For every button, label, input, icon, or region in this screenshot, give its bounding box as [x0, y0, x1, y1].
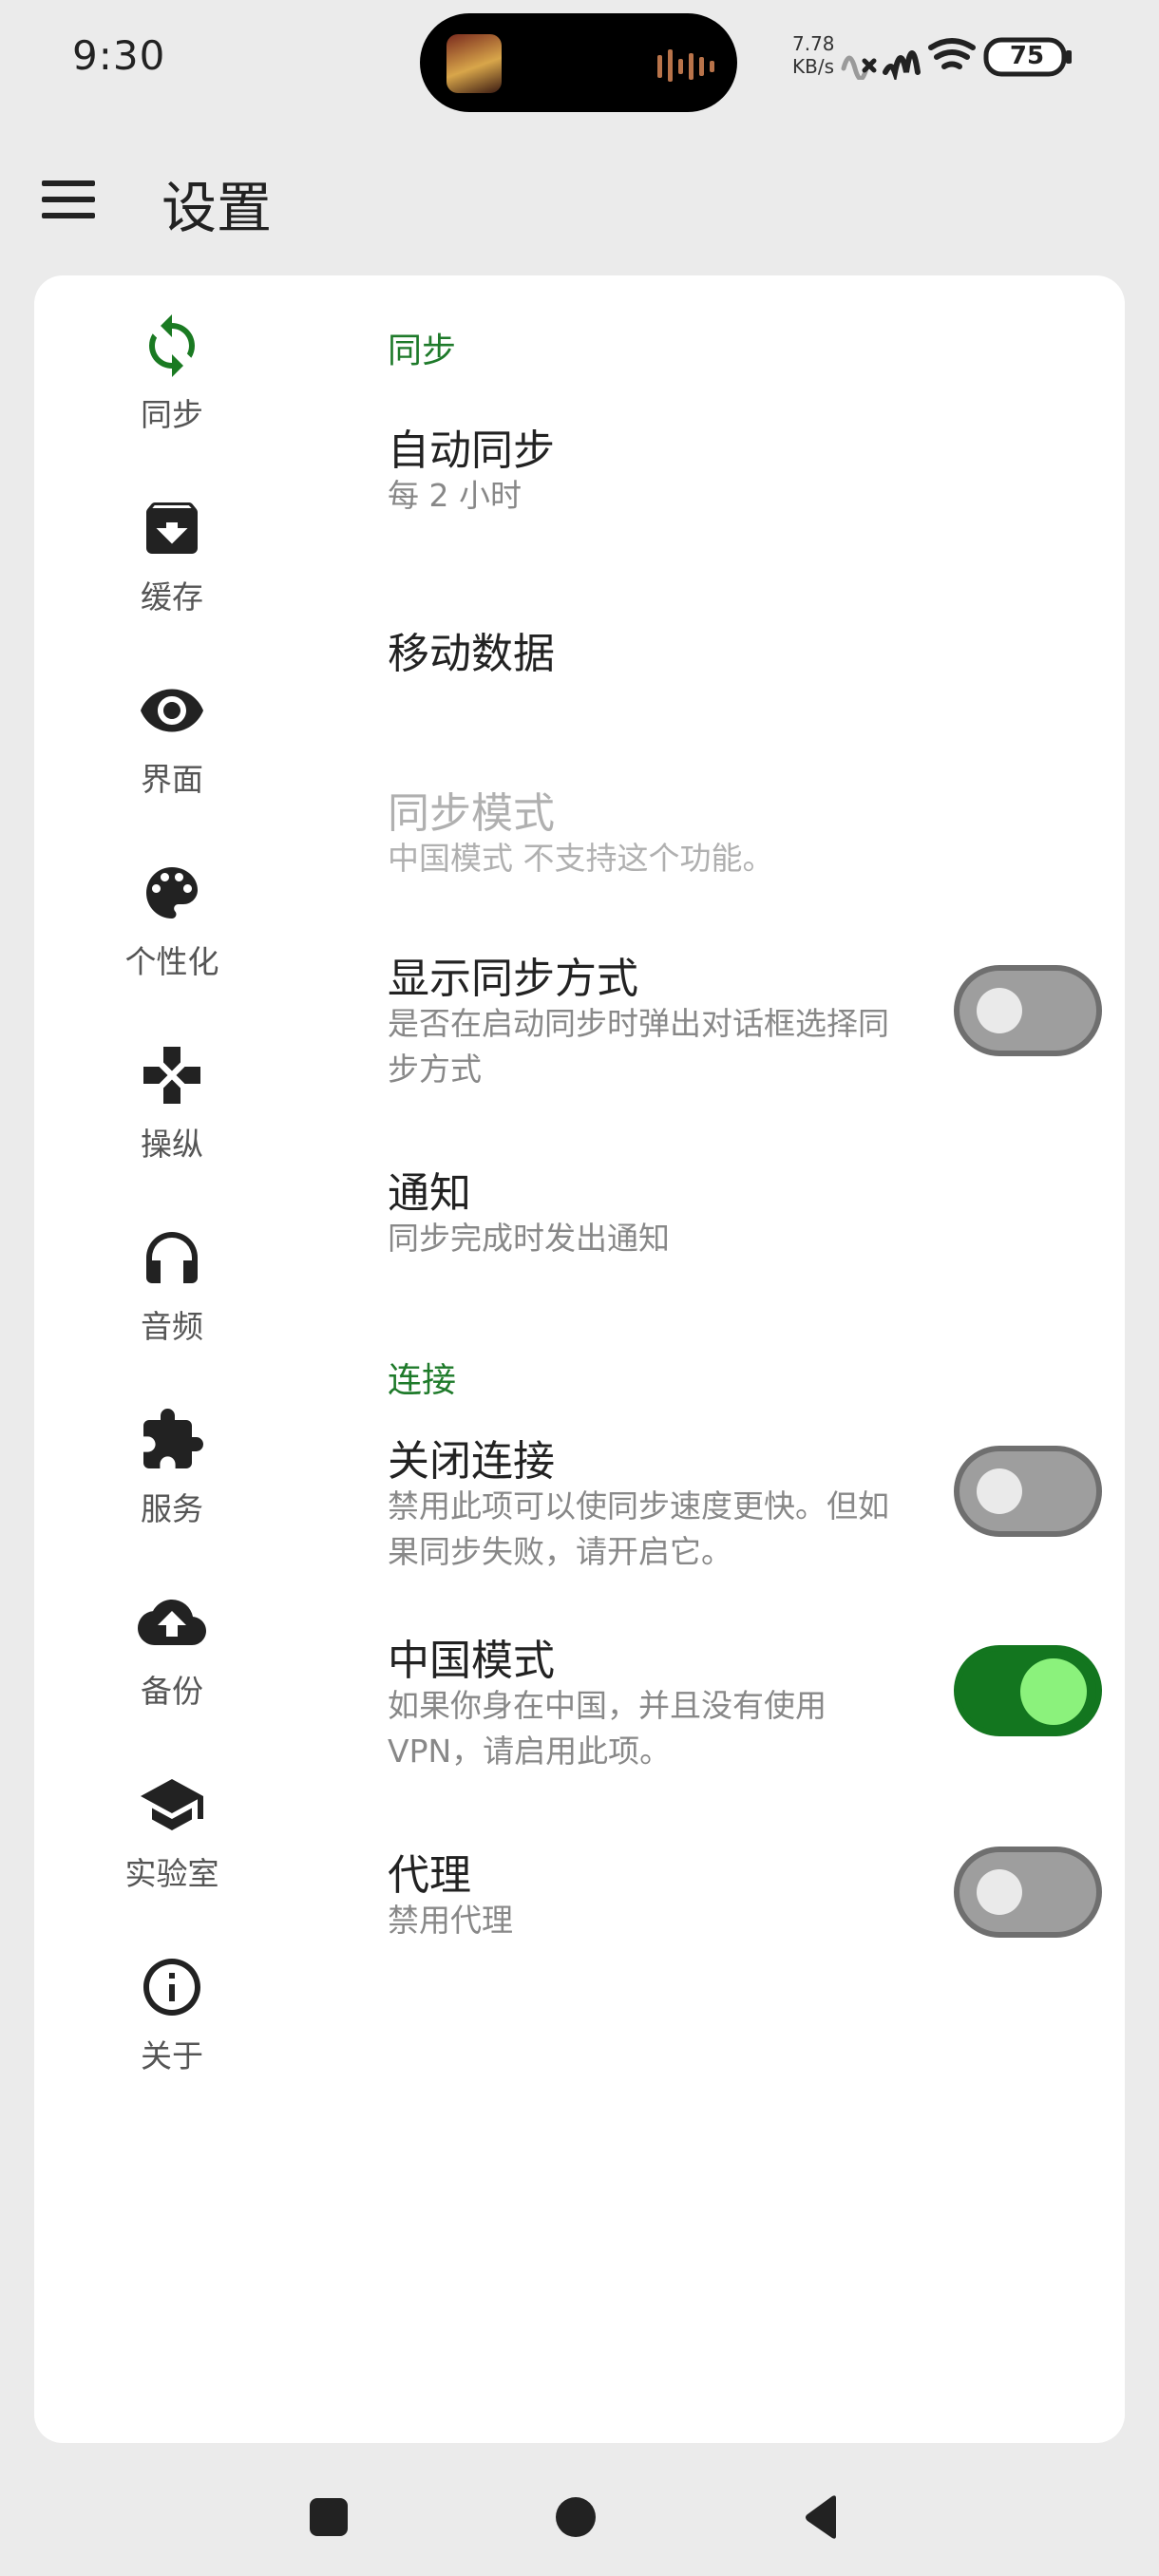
china-mode-switch[interactable] — [954, 1645, 1102, 1736]
proxy-switch[interactable] — [954, 1847, 1102, 1938]
pref-summary: 禁用此项可以使同步速度更快。但如果同步失败，请开启它。 — [388, 1487, 889, 1570]
pref-title: 通知 — [388, 1169, 471, 1218]
show-sync-method-switch[interactable] — [954, 965, 1102, 1056]
rail-item-label: 个性化 — [124, 943, 219, 980]
pref-mobile-data[interactable]: 移动数据 — [353, 619, 1113, 733]
media-island[interactable] — [420, 13, 737, 112]
pref-summary: 如果你身在中国，并且没有使用 VPN，请启用此项。 — [388, 1687, 826, 1770]
rail-item-lab[interactable]: 实验室 — [63, 1753, 281, 1905]
pref-title: 代理 — [388, 1851, 471, 1900]
mobile-signal-off-icon — [841, 55, 877, 80]
signal-icon — [883, 50, 921, 80]
now-playing-thumbnail — [446, 34, 502, 93]
pref-title: 同步模式 — [388, 789, 555, 838]
network-speed-value: 7.78 — [792, 32, 835, 55]
pref-sync-mode: 同步模式 中国模式 不支持这个功能。 — [353, 779, 1113, 902]
audio-wave-icon — [657, 49, 714, 82]
close-connection-switch[interactable] — [954, 1446, 1102, 1537]
pref-notification[interactable]: 通知 同步完成时发出通知 — [353, 1159, 1113, 1282]
dpad-icon — [143, 1047, 200, 1104]
rail-item-label: 界面 — [141, 761, 203, 798]
rail-item-label: 同步 — [141, 396, 203, 433]
rail-item-label: 操纵 — [141, 1126, 203, 1163]
pref-close-connection[interactable]: 关闭连接 禁用此项可以使同步速度更快。但如果同步失败，请开启它。 — [353, 1427, 1113, 1598]
rail-item-personalization[interactable]: 个性化 — [63, 842, 281, 994]
pref-title: 移动数据 — [388, 630, 555, 678]
pref-title: 自动同步 — [388, 426, 555, 475]
pref-proxy[interactable]: 代理 禁用代理 — [353, 1841, 1113, 1964]
back-triangle-icon[interactable] — [794, 2489, 851, 2546]
wifi-icon — [928, 38, 976, 69]
page-title: 设置 — [162, 176, 273, 240]
rail-item-controls[interactable]: 操纵 — [63, 1024, 281, 1176]
switch-thumb — [1020, 1658, 1087, 1725]
network-speed: 7.78 KB/s — [792, 32, 835, 78]
network-speed-unit: KB/s — [792, 55, 834, 78]
pref-show-sync-method[interactable]: 显示同步方式 是否在启动同步时弹出对话框选择同步方式 — [353, 944, 1113, 1115]
rail-item-label: 备份 — [141, 1673, 203, 1710]
headphones-icon — [146, 1232, 198, 1283]
palette-icon — [146, 867, 198, 919]
rail-item-backup[interactable]: 备份 — [63, 1571, 281, 1723]
rail-item-interface[interactable]: 界面 — [63, 659, 281, 811]
rail-item-cache[interactable]: 缓存 — [63, 477, 281, 629]
switch-thumb — [977, 1869, 1022, 1915]
recents-square-icon[interactable] — [300, 2489, 357, 2546]
pref-summary: 同步完成时发出通知 — [388, 1220, 670, 1257]
pref-summary: 禁用代理 — [388, 1902, 513, 1939]
pref-summary: 是否在启动同步时弹出对话框选择同步方式 — [388, 1005, 889, 1088]
pref-summary: 每 2 小时 — [388, 477, 522, 514]
cloud-upload-icon — [138, 1600, 206, 1645]
pref-title: 中国模式 — [388, 1637, 555, 1685]
pref-title: 显示同步方式 — [388, 955, 638, 1003]
section-header-connection: 连接 — [388, 1361, 457, 1400]
school-icon — [141, 1779, 203, 1830]
rail-item-audio[interactable]: 音频 — [63, 1206, 281, 1358]
switch-thumb — [977, 1468, 1022, 1514]
sync-icon — [149, 314, 195, 377]
eye-icon — [141, 689, 203, 732]
pref-auto-sync[interactable]: 自动同步 每 2 小时 — [353, 416, 1113, 559]
home-circle-icon[interactable] — [547, 2489, 604, 2546]
puzzle-icon — [143, 1409, 203, 1468]
rail-item-label: 实验室 — [124, 1855, 219, 1892]
rail-item-sync[interactable]: 同步 — [63, 294, 281, 446]
status-bar: 9:30 7.78 KB/s 75 — [0, 0, 1159, 114]
info-icon — [143, 1959, 200, 2016]
rail-item-services[interactable]: 服务 — [63, 1389, 281, 1541]
section-header-sync: 同步 — [388, 331, 457, 370]
switch-thumb — [977, 988, 1022, 1033]
hamburger-menu-icon[interactable] — [34, 169, 103, 230]
rail-item-label: 关于 — [141, 2037, 203, 2074]
status-time: 9:30 — [72, 32, 166, 79]
pref-summary: 中国模式 不支持这个功能。 — [388, 840, 774, 877]
rail-item-about[interactable]: 关于 — [63, 1936, 281, 2088]
archive-icon — [146, 502, 198, 554]
app-bar: 设置 — [0, 142, 1159, 256]
rail-item-label: 缓存 — [141, 578, 203, 616]
pref-china-mode[interactable]: 中国模式 如果你身在中国，并且没有使用 VPN，请启用此项。 — [353, 1626, 1113, 1797]
system-nav-bar — [0, 2451, 1159, 2576]
rail-item-label: 音频 — [141, 1308, 203, 1345]
rail-item-label: 服务 — [141, 1490, 203, 1527]
pref-title: 关闭连接 — [388, 1437, 555, 1486]
settings-card: 同步 缓存 界面 个性化 操纵 音频 服务 备份 实验室 关于 同步 自动同步 … — [34, 275, 1125, 2443]
battery-percent: 75 — [1009, 42, 1045, 70]
